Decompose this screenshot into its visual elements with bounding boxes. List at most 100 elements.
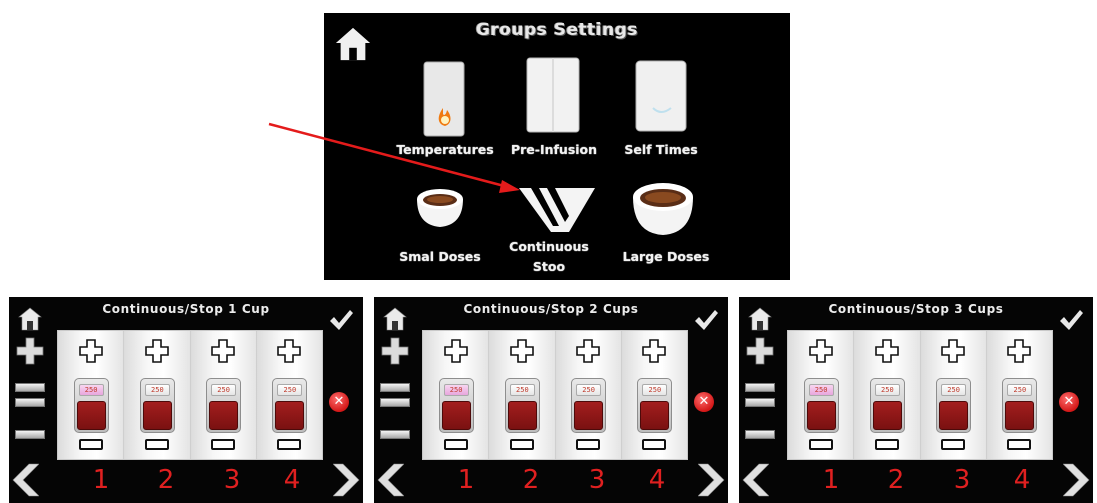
minus-button[interactable] bbox=[576, 439, 601, 450]
chevron-left-icon[interactable] bbox=[376, 462, 404, 498]
plus-icon[interactable] bbox=[642, 339, 667, 363]
plus-icon[interactable] bbox=[277, 339, 302, 363]
group-number-3[interactable]: 3 bbox=[582, 465, 612, 495]
dose-button[interactable]: 250 bbox=[571, 378, 607, 433]
dose-button[interactable]: 250 bbox=[869, 378, 905, 433]
equals-bar-top[interactable] bbox=[380, 383, 410, 392]
continuous-stop-tile[interactable] bbox=[517, 186, 597, 234]
self-times-tile[interactable] bbox=[633, 58, 689, 134]
minus-button[interactable] bbox=[443, 439, 468, 450]
checkmark-icon[interactable] bbox=[328, 307, 354, 333]
checkmark-icon[interactable] bbox=[693, 307, 719, 333]
dose-button[interactable]: 250 bbox=[637, 378, 673, 433]
home-icon[interactable] bbox=[383, 307, 407, 331]
plus-icon[interactable] bbox=[443, 339, 468, 363]
minus-button[interactable] bbox=[509, 439, 534, 450]
pre-infusion-label: Pre-Infusion bbox=[510, 142, 598, 157]
minus-button[interactable] bbox=[277, 439, 302, 450]
minus-bar[interactable] bbox=[380, 430, 410, 439]
minus-button[interactable] bbox=[941, 439, 966, 450]
plus-icon[interactable] bbox=[381, 337, 409, 365]
small-doses-tile[interactable] bbox=[409, 181, 471, 233]
home-icon[interactable] bbox=[748, 307, 772, 331]
group-number-4[interactable]: 4 bbox=[642, 465, 672, 495]
close-icon[interactable]: ✕ bbox=[694, 392, 714, 412]
equals-bar-bottom[interactable] bbox=[380, 398, 410, 407]
checkmark-icon[interactable] bbox=[1058, 307, 1084, 333]
dose-value: 250 bbox=[509, 384, 535, 396]
chevron-left-icon[interactable] bbox=[741, 462, 769, 498]
minus-button[interactable] bbox=[874, 439, 899, 450]
dose-button[interactable]: 250 bbox=[1002, 378, 1038, 433]
close-icon[interactable]: ✕ bbox=[1059, 392, 1079, 412]
minus-bar[interactable] bbox=[15, 430, 45, 439]
home-icon[interactable] bbox=[18, 307, 42, 331]
pre-infusion-icon bbox=[526, 57, 580, 133]
home-icon[interactable] bbox=[334, 25, 372, 63]
plus-icon[interactable] bbox=[145, 339, 169, 363]
dose-indicator bbox=[939, 401, 969, 430]
group-number-3[interactable]: 3 bbox=[217, 465, 247, 495]
plus-icon[interactable] bbox=[576, 339, 600, 363]
cup-grid: 250 250 250 250 bbox=[57, 330, 323, 460]
large-doses-tile[interactable] bbox=[627, 175, 699, 239]
dose-button[interactable]: 250 bbox=[139, 378, 175, 433]
small-cup-icon bbox=[417, 189, 463, 227]
equals-bar-top[interactable] bbox=[15, 383, 45, 392]
group-number-1[interactable]: 1 bbox=[816, 465, 846, 495]
dose-indicator bbox=[507, 401, 537, 430]
dose-indicator bbox=[142, 401, 172, 430]
dose-button[interactable]: 250 bbox=[272, 378, 308, 433]
dose-button[interactable]: 250 bbox=[73, 378, 109, 433]
dose-button[interactable]: 250 bbox=[206, 378, 242, 433]
group-number-2[interactable]: 2 bbox=[881, 465, 911, 495]
plus-icon[interactable] bbox=[1007, 339, 1032, 363]
minus-button[interactable] bbox=[144, 439, 169, 450]
chevron-right-icon[interactable] bbox=[1063, 462, 1091, 498]
large-doses-label: Large Doses bbox=[622, 249, 710, 264]
dose-button[interactable]: 250 bbox=[504, 378, 540, 433]
panel-title: Continuous/Stop 1 Cup bbox=[102, 302, 270, 316]
temperatures-tile[interactable] bbox=[421, 58, 469, 138]
minus-button[interactable] bbox=[642, 439, 667, 450]
group-number-4[interactable]: 4 bbox=[1007, 465, 1037, 495]
group-number-2[interactable]: 2 bbox=[516, 465, 546, 495]
minus-bar[interactable] bbox=[745, 430, 775, 439]
chevron-left-icon[interactable] bbox=[11, 462, 39, 498]
plus-icon[interactable] bbox=[510, 339, 534, 363]
group-number-2[interactable]: 2 bbox=[151, 465, 181, 495]
continuous-stop-label-line2: Stoo bbox=[532, 259, 566, 274]
minus-button[interactable] bbox=[808, 439, 833, 450]
plus-icon[interactable] bbox=[941, 339, 965, 363]
plus-icon[interactable] bbox=[78, 339, 103, 363]
plus-icon[interactable] bbox=[746, 337, 774, 365]
continuous-stop-label-line1: Continuous bbox=[509, 239, 589, 254]
dose-button[interactable]: 250 bbox=[936, 378, 972, 433]
minus-button[interactable] bbox=[78, 439, 103, 450]
cup-column-4: 250 bbox=[621, 331, 687, 459]
chevron-right-icon[interactable] bbox=[698, 462, 726, 498]
plus-icon[interactable] bbox=[16, 337, 44, 365]
chevron-right-icon[interactable] bbox=[333, 462, 361, 498]
pre-infusion-tile[interactable] bbox=[524, 55, 582, 135]
group-number-1[interactable]: 1 bbox=[451, 465, 481, 495]
equals-bar-bottom[interactable] bbox=[15, 398, 45, 407]
cup-column-1: 250 bbox=[423, 331, 490, 459]
group-number-1[interactable]: 1 bbox=[86, 465, 116, 495]
plus-icon[interactable] bbox=[211, 339, 235, 363]
cup-grid: 250 250 250 250 bbox=[422, 330, 688, 460]
dose-value: 250 bbox=[443, 384, 469, 396]
dose-button[interactable]: 250 bbox=[803, 378, 839, 433]
equals-bar-bottom[interactable] bbox=[745, 398, 775, 407]
dose-button[interactable]: 250 bbox=[438, 378, 474, 433]
equals-bar-top[interactable] bbox=[745, 383, 775, 392]
plus-icon[interactable] bbox=[875, 339, 899, 363]
plus-icon[interactable] bbox=[808, 339, 833, 363]
dose-value: 250 bbox=[874, 384, 900, 396]
cup-column-4: 250 bbox=[986, 331, 1052, 459]
minus-button[interactable] bbox=[1007, 439, 1032, 450]
minus-button[interactable] bbox=[211, 439, 236, 450]
group-number-4[interactable]: 4 bbox=[277, 465, 307, 495]
close-icon[interactable]: ✕ bbox=[329, 392, 349, 412]
group-number-3[interactable]: 3 bbox=[947, 465, 977, 495]
